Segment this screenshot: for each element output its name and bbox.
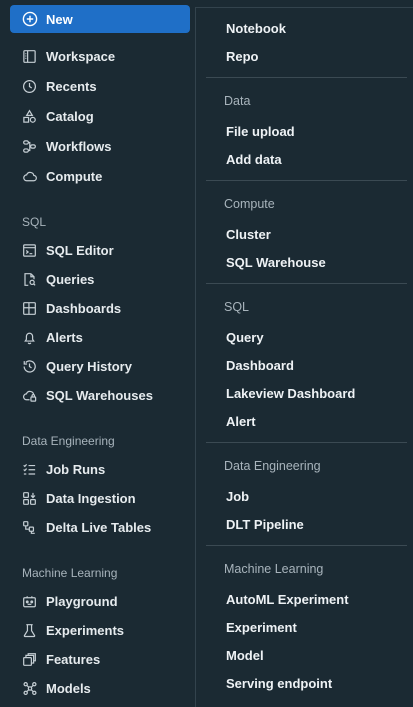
sidebar-item-compute[interactable]: Compute — [10, 163, 190, 189]
menu-section-data: Data — [224, 94, 251, 108]
sidebar-item-label: Experiments — [46, 622, 125, 638]
sidebar-section-machine-learning: Machine Learning — [22, 566, 118, 580]
sidebar-item-label: Workflows — [46, 138, 112, 154]
menu-item-lakeview-dashboard[interactable]: Lakeview Dashboard — [226, 386, 355, 401]
sidebar-item-label: Features — [46, 651, 101, 667]
sidebar-item-models[interactable]: Models — [10, 675, 190, 701]
clock-icon — [21, 78, 38, 95]
queries-icon — [21, 271, 38, 288]
sidebar-item-workflows[interactable]: Workflows — [10, 133, 190, 159]
sidebar-item-workspace[interactable]: Workspace — [10, 43, 190, 69]
menu-item-repo[interactable]: Repo — [226, 49, 259, 64]
workflows-icon — [21, 138, 38, 155]
sidebar-item-data-ingestion[interactable]: Data Ingestion — [10, 485, 190, 511]
sidebar-item-delta-live-tables[interactable]: Delta Live Tables — [10, 514, 190, 540]
menu-item-job[interactable]: Job — [226, 489, 249, 504]
menu-item-cluster[interactable]: Cluster — [226, 227, 271, 242]
sidebar-item-sql-warehouses[interactable]: SQL Warehouses — [10, 382, 190, 408]
sidebar-item-queries[interactable]: Queries — [10, 266, 190, 292]
sidebar-item-recents[interactable]: Recents — [10, 73, 190, 99]
sidebar-item-job-runs[interactable]: Job Runs — [10, 456, 190, 482]
menu-section-machine-learning: Machine Learning — [224, 562, 324, 576]
playground-icon — [21, 593, 38, 610]
sidebar-item-sql-editor[interactable]: SQL Editor — [10, 237, 190, 263]
menu-item-alert[interactable]: Alert — [226, 414, 256, 429]
sidebar-item-alerts[interactable]: Alerts — [10, 324, 190, 350]
plus-circle-icon — [21, 11, 38, 28]
menu-item-dashboard[interactable]: Dashboard — [226, 358, 294, 373]
job-runs-icon — [21, 461, 38, 478]
menu-divider — [206, 442, 407, 443]
menu-item-file-upload[interactable]: File upload — [226, 124, 295, 139]
sidebar-item-label: Delta Live Tables — [46, 519, 152, 535]
menu-section-data-engineering: Data Engineering — [224, 459, 321, 473]
sidebar-item-features[interactable]: Features — [10, 646, 190, 672]
menu-divider — [206, 77, 407, 78]
catalog-icon — [21, 108, 38, 125]
warehouse-icon — [21, 387, 38, 404]
sidebar-item-label: Compute — [46, 168, 103, 184]
sidebar-item-catalog[interactable]: Catalog — [10, 103, 190, 129]
sidebar-item-experiments[interactable]: Experiments — [10, 617, 190, 643]
app-root: New Workspace Recents Catalog Workflows … — [0, 0, 413, 707]
models-icon — [21, 680, 38, 697]
menu-divider — [206, 180, 407, 181]
flask-icon — [21, 622, 38, 639]
sidebar-item-label: SQL Editor — [46, 242, 114, 258]
menu-item-sql-warehouse[interactable]: SQL Warehouse — [226, 255, 326, 270]
sidebar-item-label: Catalog — [46, 108, 94, 124]
sidebar-item-label: Alerts — [46, 329, 83, 345]
sidebar-section-data-engineering: Data Engineering — [22, 434, 115, 448]
menu-section-compute: Compute — [224, 197, 275, 211]
history-icon — [21, 358, 38, 375]
menu-item-model[interactable]: Model — [226, 648, 264, 663]
sidebar-item-label: Queries — [46, 271, 95, 287]
menu-item-automl-experiment[interactable]: AutoML Experiment — [226, 592, 349, 607]
sidebar-item-label: Recents — [46, 78, 97, 94]
ingestion-icon — [21, 490, 38, 507]
cloud-icon — [21, 168, 38, 185]
sidebar-item-dashboards[interactable]: Dashboards — [10, 295, 190, 321]
bell-icon — [21, 329, 38, 346]
menu-section-sql: SQL — [224, 300, 250, 314]
menu-item-experiment[interactable]: Experiment — [226, 620, 297, 635]
menu-item-add-data[interactable]: Add data — [226, 152, 282, 167]
sidebar-item-label: Dashboards — [46, 300, 122, 316]
menu-item-notebook[interactable]: Notebook — [226, 21, 286, 36]
menu-divider — [206, 283, 407, 284]
sidebar-item-label: Models — [46, 680, 91, 696]
sidebar-section-sql: SQL — [22, 215, 47, 229]
sidebar-item-label: Query History — [46, 358, 132, 374]
menu-item-serving-endpoint[interactable]: Serving endpoint — [226, 676, 332, 691]
workspace-icon — [21, 48, 38, 65]
sidebar-item-label: Workspace — [46, 48, 116, 64]
new-button-label: New — [46, 11, 73, 27]
sidebar-item-playground[interactable]: Playground — [10, 588, 190, 614]
sidebar-item-label: Job Runs — [46, 461, 106, 477]
delta-tables-icon — [21, 519, 38, 536]
menu-item-dlt-pipeline[interactable]: DLT Pipeline — [226, 517, 304, 532]
sidebar: New Workspace Recents Catalog Workflows … — [0, 0, 196, 707]
features-icon — [21, 651, 38, 668]
menu-item-query[interactable]: Query — [226, 330, 264, 345]
sidebar-item-label: SQL Warehouses — [46, 387, 153, 403]
sql-editor-icon — [21, 242, 38, 259]
sidebar-item-label: Data Ingestion — [46, 490, 136, 506]
new-button[interactable]: New — [10, 5, 190, 33]
dashboards-icon — [21, 300, 38, 317]
menu-divider — [206, 545, 407, 546]
sidebar-item-label: Playground — [46, 593, 118, 609]
sidebar-item-query-history[interactable]: Query History — [10, 353, 190, 379]
new-dropdown-menu: Notebook Repo Data File upload Add data … — [195, 7, 413, 707]
